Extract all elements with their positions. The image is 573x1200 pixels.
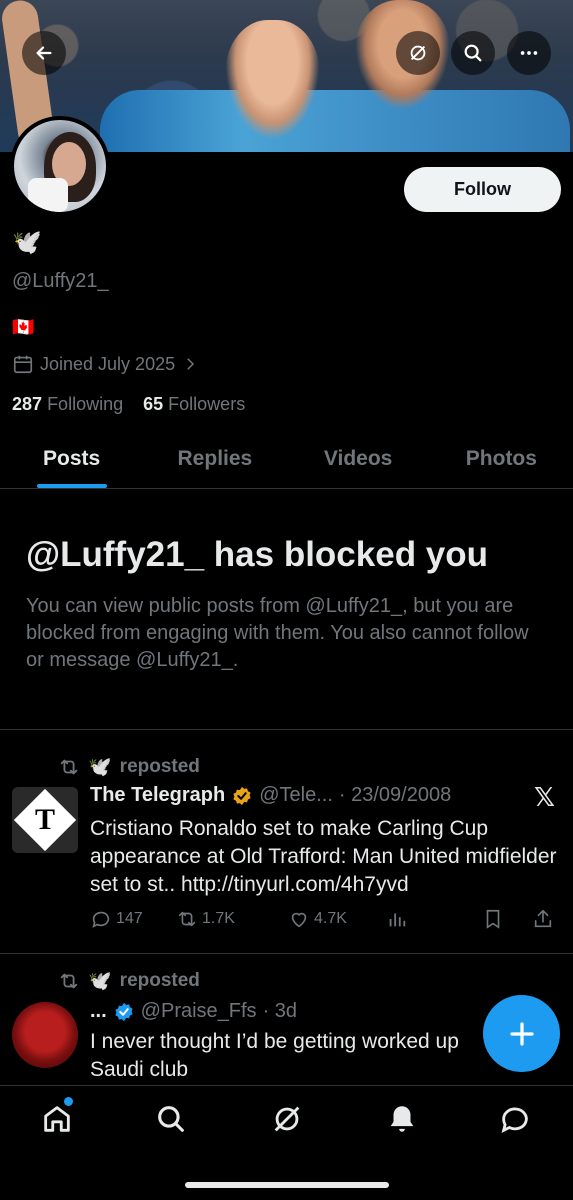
post-actions: 147 1.7K 4.7K bbox=[90, 908, 560, 930]
post-author-handle[interactable]: @Tele... bbox=[259, 784, 333, 807]
verified-blue-icon bbox=[115, 1002, 133, 1021]
post-header: The Telegraph @Tele... · 23/09/2008 bbox=[90, 784, 451, 807]
post-date: · 3d bbox=[262, 1000, 298, 1022]
views-icon bbox=[389, 913, 406, 927]
post-avatar[interactable] bbox=[12, 1002, 78, 1068]
repost-button[interactable]: 1.7K bbox=[176, 908, 288, 930]
more-button[interactable] bbox=[507, 31, 551, 75]
repost-indicator: 🕊️ reposted bbox=[58, 969, 200, 993]
followers-count: 65 bbox=[143, 394, 164, 414]
nav-grok[interactable] bbox=[270, 1102, 304, 1136]
blocked-title: @Luffy21_ has blocked you bbox=[26, 535, 489, 574]
repost-icon bbox=[178, 911, 196, 927]
share-icon bbox=[534, 909, 552, 928]
post-date: · 23/09/2008 bbox=[338, 784, 452, 806]
divider bbox=[0, 729, 573, 730]
repost-count: 1.7K bbox=[202, 910, 235, 927]
reply-button[interactable]: 147 bbox=[90, 908, 176, 930]
search-icon bbox=[464, 44, 482, 62]
back-arrow-icon bbox=[36, 46, 52, 60]
more-icon bbox=[520, 51, 538, 55]
plus-icon bbox=[509, 1021, 534, 1046]
grok-icon bbox=[410, 45, 426, 61]
heart-icon bbox=[291, 912, 307, 928]
profile-handle: @Luffy21_ bbox=[12, 270, 109, 292]
bookmark-icon bbox=[486, 909, 500, 929]
repost-label: reposted bbox=[119, 970, 200, 991]
tab-photos[interactable]: Photos bbox=[430, 430, 573, 488]
home-notification-dot bbox=[64, 1097, 73, 1106]
reply-count: 147 bbox=[116, 910, 143, 927]
profile-tabs: Posts Replies Videos Photos bbox=[0, 430, 573, 489]
views-button[interactable] bbox=[386, 908, 482, 930]
telegraph-logo: T bbox=[13, 788, 77, 852]
post-author-name[interactable]: The Telegraph bbox=[90, 784, 225, 807]
tab-posts[interactable]: Posts bbox=[0, 430, 143, 488]
telegraph-logo-letter: T bbox=[34, 802, 56, 836]
banner-jersey bbox=[100, 90, 570, 152]
nav-search[interactable] bbox=[154, 1102, 188, 1136]
post-author-handle[interactable]: @Praise_Ffs bbox=[141, 1000, 257, 1023]
following-link[interactable]: 287 Following bbox=[12, 394, 123, 414]
post-text[interactable]: I never thought I’d be getting worked up… bbox=[90, 1028, 480, 1084]
joined-label: Joined July 2025 bbox=[40, 353, 176, 374]
x-logo-icon: 𝕏 bbox=[534, 782, 555, 812]
post-text[interactable]: Cristiano Ronaldo set to make Carling Cu… bbox=[90, 815, 560, 899]
post-avatar[interactable]: T bbox=[12, 787, 78, 853]
repost-icon bbox=[60, 973, 78, 989]
repost-emoji: 🕊️ bbox=[88, 971, 112, 992]
like-button[interactable]: 4.7K bbox=[288, 908, 386, 930]
share-button[interactable] bbox=[532, 908, 554, 930]
post-author-name[interactable]: ... bbox=[90, 1000, 107, 1023]
repost-icon bbox=[60, 759, 78, 775]
tab-videos[interactable]: Videos bbox=[287, 430, 430, 488]
bell-icon bbox=[390, 1106, 414, 1132]
search-button[interactable] bbox=[451, 31, 495, 75]
repost-indicator: 🕊️ reposted bbox=[58, 755, 200, 779]
divider bbox=[0, 953, 573, 954]
calendar-icon bbox=[13, 355, 33, 374]
like-count: 4.7K bbox=[314, 910, 347, 927]
chevron-right-icon bbox=[187, 358, 195, 370]
avatar-shirt bbox=[28, 178, 68, 212]
compose-button[interactable] bbox=[483, 995, 560, 1072]
followers-label: Followers bbox=[168, 394, 246, 414]
grok-icon bbox=[274, 1106, 300, 1132]
follow-stats: 287 Following 65 Followers bbox=[12, 394, 245, 415]
nav-notifications[interactable] bbox=[385, 1102, 419, 1136]
display-name: 🕊️ bbox=[12, 229, 42, 256]
reply-icon bbox=[92, 911, 110, 928]
verified-gold-icon bbox=[233, 786, 251, 805]
joined-date[interactable]: Joined July 2025 bbox=[12, 353, 199, 375]
following-count: 287 bbox=[12, 394, 43, 414]
repost-emoji: 🕊️ bbox=[88, 757, 112, 778]
home-indicator bbox=[185, 1182, 389, 1188]
profile-avatar[interactable] bbox=[10, 116, 110, 216]
back-button[interactable] bbox=[22, 31, 66, 75]
home-icon bbox=[44, 1106, 70, 1132]
followers-link[interactable]: 65 Followers bbox=[143, 394, 245, 414]
nav-home[interactable] bbox=[40, 1102, 74, 1136]
tab-replies[interactable]: Replies bbox=[143, 430, 286, 488]
blocked-description: You can view public posts from @Luffy21_… bbox=[26, 595, 529, 671]
chat-icon bbox=[501, 1107, 528, 1133]
repost-label: reposted bbox=[119, 756, 200, 777]
search-icon bbox=[158, 1106, 184, 1132]
nav-messages[interactable] bbox=[498, 1102, 532, 1136]
post-header: ... @Praise_Ffs · 3d bbox=[90, 1000, 297, 1023]
bookmark-button[interactable] bbox=[482, 908, 532, 930]
following-label: Following bbox=[47, 394, 124, 414]
grok-button[interactable] bbox=[396, 31, 440, 75]
follow-button[interactable]: Follow bbox=[404, 167, 561, 212]
bio-flag: 🇨🇦 bbox=[12, 317, 35, 337]
banner-player-left bbox=[225, 20, 320, 140]
